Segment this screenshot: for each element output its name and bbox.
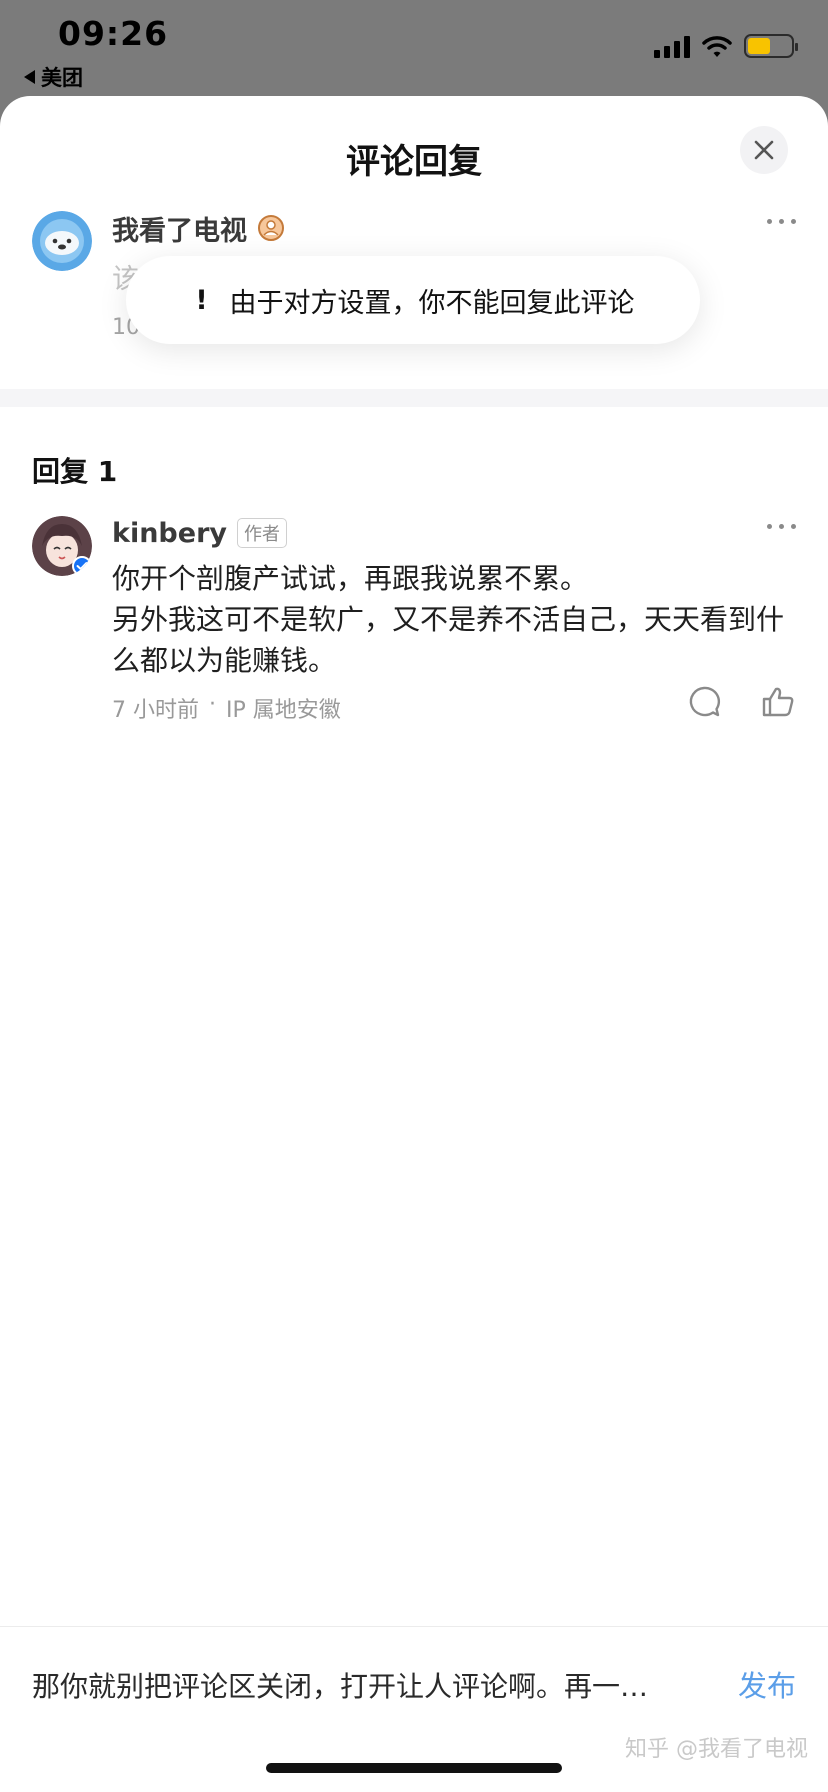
reply-text-body: 你开个剖腹产试试，再跟我说累不累。 另外我这可不是软广，又不是养不活自己，天天看… bbox=[112, 562, 785, 677]
warning-icon: ! bbox=[195, 284, 208, 316]
composer-bar: 那你就别把评论区关闭，打开让人评论啊。再一… 发布 知乎 @我看了电视 bbox=[0, 1626, 828, 1792]
close-button[interactable] bbox=[740, 126, 788, 174]
status-time: 09:26 bbox=[58, 14, 169, 53]
section-divider bbox=[0, 389, 828, 407]
reply-actions bbox=[686, 684, 796, 720]
medal-icon bbox=[258, 215, 284, 241]
reply-item: kinbery 作者 你开个剖腹产试试，再跟我说累不累。 另外我这可不是软广，又… bbox=[32, 516, 796, 746]
sheet-title: 评论回复 bbox=[346, 142, 482, 182]
verified-check-icon bbox=[72, 556, 92, 576]
reply-ip-location: IP 属地安徽 bbox=[226, 698, 341, 723]
back-app-label: 美团 bbox=[41, 66, 83, 90]
battery-icon bbox=[744, 34, 798, 58]
watermark: 知乎 @我看了电视 bbox=[625, 1737, 808, 1762]
toast-message: 由于对方设置，你不能回复此评论 bbox=[229, 287, 635, 319]
reply-text: 你开个剖腹产试试，再跟我说累不累。 另外我这可不是软广，又不是养不活自己，天天看… bbox=[112, 558, 802, 681]
author-name: kinbery bbox=[112, 517, 227, 549]
reply-disabled-toast: ! 由于对方设置，你不能回复此评论 bbox=[126, 256, 700, 344]
wifi-icon bbox=[702, 36, 732, 57]
back-to-app-button[interactable]: 美团 bbox=[24, 62, 83, 92]
back-arrow-icon bbox=[24, 70, 35, 84]
status-icons bbox=[654, 34, 798, 58]
author-name: 我看了电视 bbox=[112, 215, 247, 247]
reply-meta: 7 小时前 · IP 属地安徽 bbox=[112, 692, 341, 724]
reply-time: 7 小时前 bbox=[112, 698, 199, 723]
meta-separator: · bbox=[209, 692, 216, 717]
more-dots-icon[interactable] bbox=[767, 524, 796, 529]
status-bar: 09:26 美团 bbox=[0, 0, 828, 96]
replies-section-title: 回复 1 bbox=[32, 455, 118, 488]
avatar[interactable] bbox=[32, 516, 92, 576]
reply-author[interactable]: kinbery 作者 bbox=[112, 516, 287, 550]
thumbs-up-icon[interactable] bbox=[760, 684, 796, 720]
comment-author[interactable]: 我看了电视 bbox=[112, 211, 285, 247]
publish-button[interactable]: 发布 bbox=[738, 1663, 796, 1705]
more-dots-icon[interactable] bbox=[767, 219, 796, 224]
comment-reply-sheet: 评论回复 我看了电视 该 10 ! 由于对方设置，你不能回复此评论 回复 1 k… bbox=[0, 96, 828, 1792]
close-icon bbox=[754, 140, 774, 160]
avatar[interactable] bbox=[32, 211, 92, 271]
cellular-signal-icon bbox=[654, 34, 690, 58]
author-tag-badge: 作者 bbox=[237, 518, 287, 548]
reply-input[interactable]: 那你就别把评论区关闭，打开让人评论啊。再一… bbox=[32, 1665, 696, 1705]
comment-bubble-icon[interactable] bbox=[686, 684, 722, 720]
home-indicator[interactable] bbox=[266, 1763, 562, 1773]
